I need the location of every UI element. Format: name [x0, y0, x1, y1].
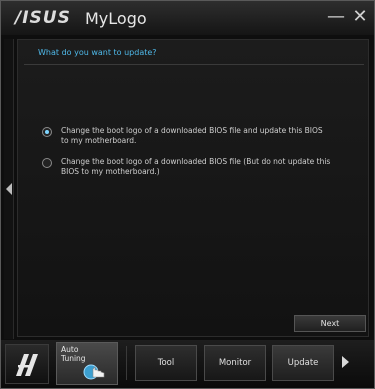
nav-divider — [126, 346, 127, 380]
hand-pointer-icon — [83, 364, 105, 380]
asus-logo: /ISUS — [15, 8, 71, 28]
app-title: MyLogo — [85, 9, 147, 28]
minimize-button[interactable]: — — [326, 7, 346, 27]
chevron-left-icon[interactable] — [6, 183, 12, 195]
auto-tuning-button[interactable]: Auto Tuning — [56, 342, 118, 385]
divider — [24, 64, 364, 65]
mylogo-window: /ISUS MyLogo — ✕ What do you want to upd… — [0, 0, 375, 389]
update-tab[interactable]: Update — [272, 345, 334, 381]
update-options-panel: What do you want to update? Change the b… — [17, 39, 369, 337]
bottom-nav-bar: Auto Tuning Tool Monitor Update — [1, 340, 374, 388]
title-bar: /ISUS MyLogo — ✕ — [1, 1, 374, 35]
auto-tuning-label: Auto Tuning — [61, 345, 86, 363]
chevron-right-icon[interactable] — [339, 345, 353, 381]
monitor-tab[interactable]: Monitor — [204, 345, 266, 381]
close-button[interactable]: ✕ — [350, 7, 370, 27]
tool-tab[interactable]: Tool — [135, 345, 197, 381]
option-label: Change the boot logo of a downloaded BIO… — [61, 126, 323, 145]
option-label: Change the boot logo of a downloaded BIO… — [61, 157, 331, 176]
radio-selected-icon[interactable] — [42, 127, 52, 137]
ai-suite-logo — [5, 344, 49, 384]
ai-suite-icon — [16, 354, 38, 376]
radio-unselected-icon[interactable] — [42, 158, 52, 168]
next-button[interactable]: Next — [294, 315, 366, 332]
update-question: What do you want to update? — [38, 48, 157, 57]
